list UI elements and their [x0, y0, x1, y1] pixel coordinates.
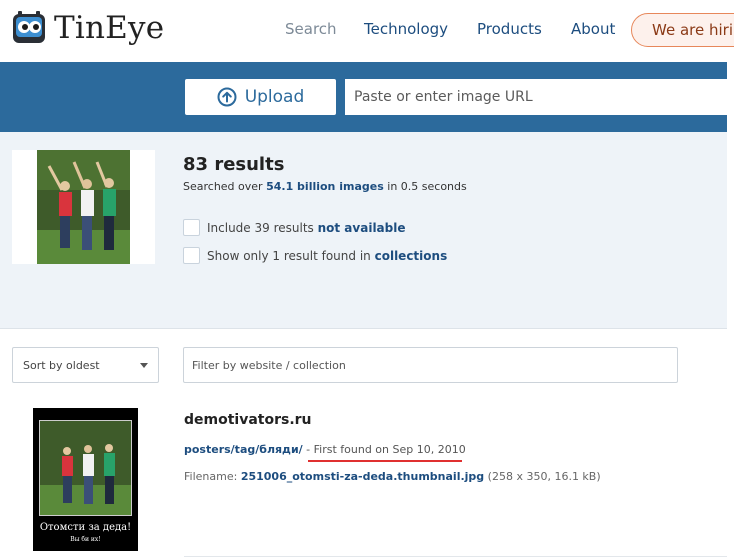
collections-only-option[interactable]: Show only 1 result found in collections	[183, 247, 447, 264]
top-header: TinEye Search Technology Products About …	[0, 0, 734, 62]
first-found-date: - First found on Sep 10, 2010	[302, 443, 466, 456]
result-divider	[184, 556, 727, 557]
include-unavailable-checkbox[interactable]	[183, 219, 200, 236]
website-filter-input[interactable]	[183, 347, 678, 383]
query-image	[12, 150, 155, 264]
file-info: (258 x 350, 16.1 kB)	[484, 470, 601, 483]
image-url-input[interactable]	[345, 79, 727, 115]
search-stats-prefix: Searched over	[183, 180, 267, 193]
nav-technology[interactable]: Technology	[364, 20, 448, 38]
upload-button[interactable]: Upload	[185, 79, 336, 115]
nav-search[interactable]: Search	[285, 20, 337, 38]
include-unavailable-option[interactable]: Include 39 results not available	[183, 219, 406, 236]
result-thumbnail[interactable]: Отомсти за деда! Вы би их!	[33, 408, 138, 551]
page-edge	[727, 62, 734, 559]
upload-arrow-icon	[217, 87, 237, 107]
result-site-name[interactable]: demotivators.ru	[184, 412, 312, 428]
result-path-line: posters/tag/бляди/ - First found on Sep …	[184, 443, 466, 456]
brand-name: TinEye	[54, 10, 165, 46]
sort-value: Sort by oldest	[23, 359, 100, 372]
result-file-line: Filename: 251006_otomsti-za-deda.thumbna…	[184, 470, 601, 483]
not-available-link[interactable]: not available	[318, 221, 406, 235]
upload-label: Upload	[244, 87, 305, 107]
include-unavailable-label: Include 39 results	[207, 220, 314, 235]
tineye-robot-icon	[12, 11, 46, 45]
results-count: 83 results	[183, 154, 285, 175]
tineye-logo[interactable]: TinEye	[12, 10, 164, 46]
thumbnail-photo-frame	[39, 420, 132, 516]
search-stats: Searched over 54.1 billion images in 0.5…	[183, 180, 467, 193]
index-size-link[interactable]: 54.1 billion images	[266, 180, 384, 193]
collections-only-checkbox[interactable]	[183, 247, 200, 264]
thumbnail-caption-sub: Вы би их!	[70, 536, 101, 543]
section-divider	[0, 328, 727, 329]
filename-link[interactable]: 251006_otomsti-za-deda.thumbnail.jpg	[241, 470, 484, 483]
red-annotation-underline	[308, 460, 462, 462]
sort-dropdown[interactable]: Sort by oldest	[12, 347, 159, 383]
search-bar: Upload	[0, 62, 727, 132]
nav-about[interactable]: About	[571, 20, 615, 38]
search-stats-suffix: in 0.5 seconds	[383, 180, 467, 193]
results-summary-panel: 83 results Searched over 54.1 billion im…	[0, 132, 727, 328]
nav-products[interactable]: Products	[477, 20, 542, 38]
collections-link[interactable]: collections	[375, 249, 448, 263]
filename-label: Filename:	[184, 470, 241, 483]
thumbnail-caption-main: Отомсти за деда!	[39, 522, 132, 533]
caret-down-icon	[140, 363, 148, 368]
result-path-link[interactable]: posters/tag/бляди/	[184, 443, 303, 456]
collections-only-label: Show only 1 result found in	[207, 248, 371, 263]
hiring-button[interactable]: We are hiri	[631, 13, 734, 47]
